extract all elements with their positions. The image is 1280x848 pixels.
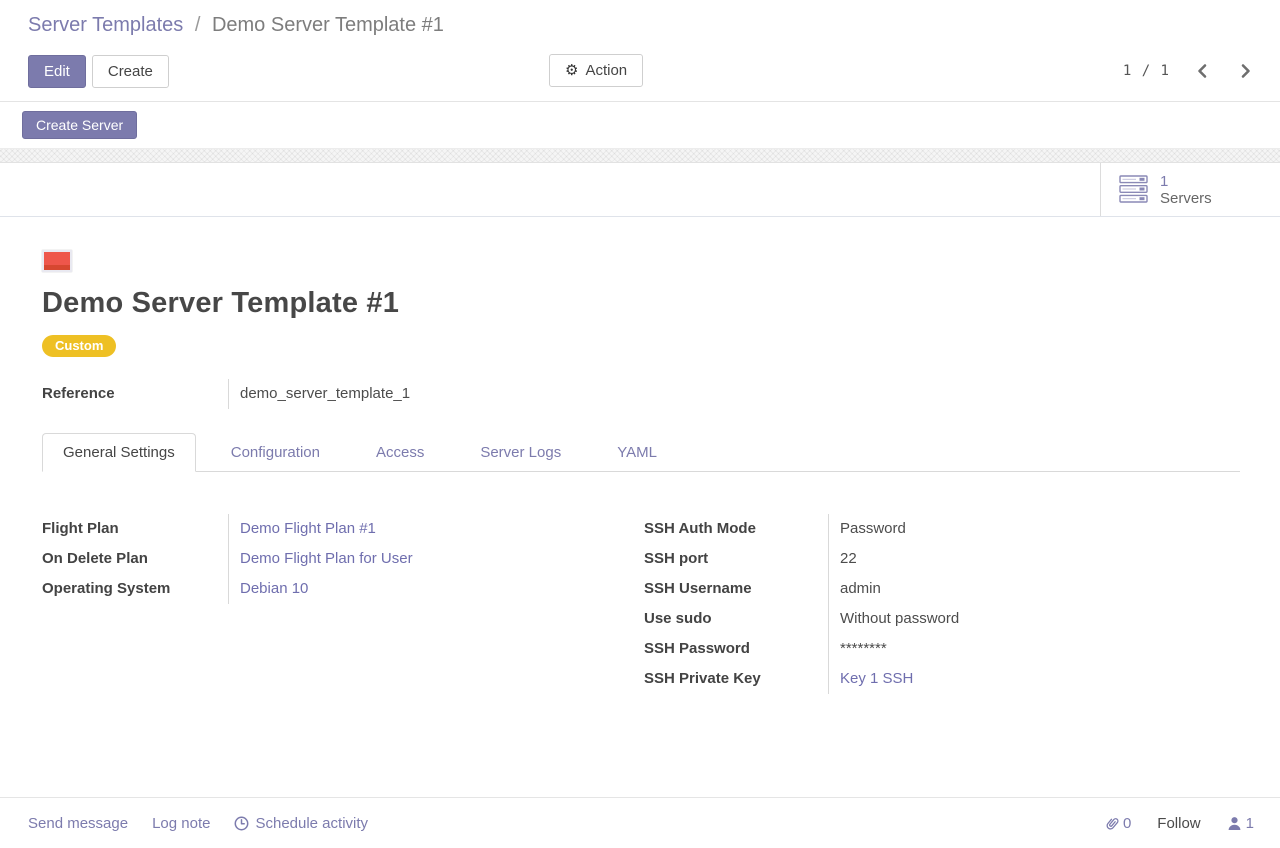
- notebook-tabs: General Settings Configuration Access Se…: [42, 433, 1240, 472]
- tab-general-settings[interactable]: General Settings: [42, 433, 196, 472]
- chevron-right-icon: [1239, 63, 1252, 79]
- ssh-port-label: SSH port: [644, 544, 828, 574]
- edit-button[interactable]: Edit: [28, 55, 86, 88]
- flight-plan-value-link[interactable]: Demo Flight Plan #1: [240, 514, 413, 544]
- send-message-button[interactable]: Send message: [28, 815, 128, 832]
- tab-access[interactable]: Access: [355, 433, 445, 472]
- schedule-activity-label: Schedule activity: [255, 815, 368, 832]
- record-image[interactable]: [42, 250, 72, 272]
- tab-server-logs[interactable]: Server Logs: [459, 433, 582, 472]
- use-sudo-label: Use sudo: [644, 604, 828, 634]
- servers-count: 1: [1160, 173, 1212, 190]
- clock-icon: [234, 816, 249, 831]
- tab-pane-general-settings: Flight Plan On Delete Plan Operating Sys…: [42, 514, 1240, 694]
- attachments-count: 0: [1123, 815, 1131, 832]
- record-image-fill: [44, 252, 70, 270]
- ssh-port-value: 22: [840, 544, 959, 574]
- gear-icon: ⚙: [565, 63, 578, 78]
- ssh-private-key-value-link[interactable]: Key 1 SSH: [840, 664, 959, 694]
- form-sheet: Demo Server Template #1 Custom Reference…: [0, 217, 1280, 797]
- pager: 1 / 1: [1123, 59, 1256, 83]
- ssh-auth-mode-value: Password: [840, 514, 959, 544]
- tab-configuration[interactable]: Configuration: [210, 433, 341, 472]
- reference-label: Reference: [42, 379, 228, 409]
- followers-button[interactable]: 1: [1227, 815, 1254, 832]
- flight-plan-label: Flight Plan: [42, 514, 228, 544]
- followers-count: 1: [1246, 815, 1254, 832]
- servers-stat-text: 1 Servers: [1160, 173, 1212, 207]
- chevron-left-icon: [1196, 63, 1209, 79]
- custom-badge: Custom: [42, 335, 116, 357]
- action-button[interactable]: ⚙ Action: [549, 54, 643, 87]
- ssh-auth-mode-label: SSH Auth Mode: [644, 514, 828, 544]
- statusbar: Create Server: [0, 102, 1280, 148]
- button-box: 1 Servers: [0, 163, 1280, 217]
- reference-field-row: Reference demo_server_template_1: [42, 379, 1240, 409]
- page-background-strip: [0, 148, 1280, 163]
- chatter-bar: Send message Log note Schedule activity …: [0, 797, 1280, 848]
- use-sudo-value: Without password: [840, 604, 959, 634]
- person-icon: [1227, 816, 1242, 831]
- breadcrumb: Server Templates / Demo Server Template …: [28, 12, 1256, 38]
- tab-yaml[interactable]: YAML: [596, 433, 678, 472]
- pager-previous-button[interactable]: [1192, 59, 1213, 83]
- attachments-button[interactable]: 0: [1105, 815, 1131, 832]
- paperclip-icon: [1101, 812, 1122, 833]
- create-button[interactable]: Create: [92, 55, 169, 88]
- operating-system-label: Operating System: [42, 574, 228, 604]
- log-note-button[interactable]: Log note: [152, 815, 210, 832]
- reference-value: demo_server_template_1: [240, 379, 410, 409]
- control-panel: Server Templates / Demo Server Template …: [0, 0, 1280, 102]
- ssh-password-label: SSH Password: [644, 634, 828, 664]
- pager-count: 1 / 1: [1123, 63, 1170, 79]
- on-delete-plan-label: On Delete Plan: [42, 544, 228, 574]
- ssh-username-value: admin: [840, 574, 959, 604]
- servers-label: Servers: [1160, 190, 1212, 207]
- on-delete-plan-value-link[interactable]: Demo Flight Plan for User: [240, 544, 413, 574]
- breadcrumb-parent-link[interactable]: Server Templates: [28, 14, 183, 36]
- schedule-activity-button[interactable]: Schedule activity: [234, 815, 368, 832]
- servers-stat-button[interactable]: 1 Servers: [1100, 163, 1280, 216]
- operating-system-value-link[interactable]: Debian 10: [240, 574, 413, 604]
- pager-next-button[interactable]: [1235, 59, 1256, 83]
- ssh-password-value: ********: [840, 634, 959, 664]
- create-server-button[interactable]: Create Server: [22, 111, 137, 139]
- breadcrumb-current: Demo Server Template #1: [212, 14, 444, 36]
- ssh-field-group: SSH Auth Mode SSH port SSH Username Use …: [644, 514, 1240, 694]
- page-title: Demo Server Template #1: [42, 287, 1240, 320]
- server-stack-icon: [1119, 175, 1149, 204]
- action-button-label: Action: [585, 62, 627, 79]
- follow-button[interactable]: Follow: [1157, 815, 1200, 832]
- plans-field-group: Flight Plan On Delete Plan Operating Sys…: [42, 514, 644, 604]
- control-panel-buttons: Edit Create ⚙ Action 1 / 1: [28, 54, 1256, 88]
- breadcrumb-separator: /: [195, 14, 201, 36]
- ssh-username-label: SSH Username: [644, 574, 828, 604]
- chatter-right-tools: 0 Follow 1: [1105, 815, 1254, 832]
- ssh-private-key-label: SSH Private Key: [644, 664, 828, 694]
